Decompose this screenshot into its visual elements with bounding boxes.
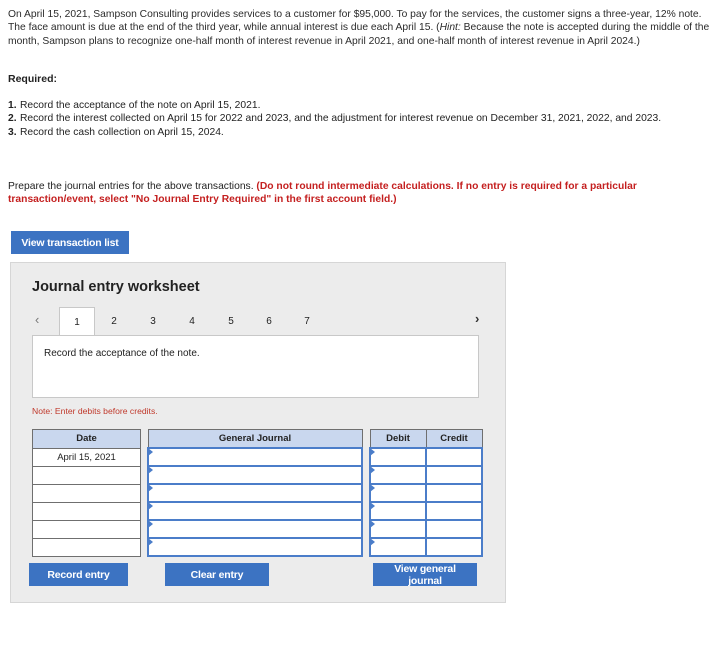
required-item: 1. Record the acceptance of the note on … [8,99,720,112]
entry-note: Note: Enter debits before credits. [32,406,158,416]
table-row: April 15, 2021 [32,447,483,467]
record-entry-button[interactable]: Record entry [29,563,128,586]
required-list: 1. Record the acceptance of the note on … [8,99,720,139]
view-transaction-list-button[interactable]: View transaction list [11,231,129,254]
table-row [32,501,483,521]
debit-input[interactable] [369,501,427,521]
required-item-number: 2. [8,113,17,125]
dropdown-indicator-icon [148,484,153,492]
tab-5[interactable]: 5 [213,307,249,336]
dropdown-indicator-icon [370,466,375,474]
dropdown-indicator-icon [370,502,375,510]
required-item: 2. Record the interest collected on Apri… [8,112,720,125]
account-select[interactable] [147,465,363,485]
date-cell[interactable] [32,465,141,485]
chevron-right-icon[interactable]: › [475,311,479,326]
required-item-number: 1. [8,100,17,111]
dropdown-indicator-icon [148,502,153,510]
tab-1[interactable]: 1 [59,307,95,337]
date-cell[interactable] [32,519,141,539]
dropdown-indicator-icon [148,448,153,456]
required-heading: Required: [8,73,58,85]
required-item-text: Record the acceptance of the note on Apr… [20,100,261,111]
instructions: Prepare the journal entries for the abov… [8,180,720,207]
debit-input[interactable] [369,465,427,485]
required-item: 3. Record the cash collection on April 1… [8,126,720,139]
general-journal-column-header: General Journal [147,429,363,449]
credit-input[interactable] [425,465,483,485]
debit-input[interactable] [369,447,427,467]
tab-3[interactable]: 3 [135,307,171,336]
debit-column-header: Debit [369,429,427,449]
credit-column-header: Credit [425,429,483,449]
debit-input[interactable] [369,537,427,557]
tab-6[interactable]: 6 [251,307,287,336]
tab-7[interactable]: 7 [289,307,325,336]
account-select[interactable] [147,483,363,503]
worksheet-title: Journal entry worksheet [32,279,200,295]
account-select[interactable] [147,537,363,557]
entry-description-box: Record the acceptance of the note. [32,335,479,398]
journal-table: Date General Journal Debit Credit April … [32,429,483,557]
table-row [32,537,483,557]
dropdown-indicator-icon [370,538,375,546]
account-select[interactable] [147,501,363,521]
hint-label: Hint: [439,22,461,34]
required-item-text: Record the interest collected on April 1… [20,113,662,125]
problem-statement: On April 15, 2021, Sampson Consulting pr… [8,8,720,48]
credit-input[interactable] [425,483,483,503]
account-select[interactable] [147,519,363,539]
account-select[interactable] [147,447,363,467]
chevron-left-icon[interactable]: ‹ [35,312,39,327]
dropdown-indicator-icon [148,538,153,546]
tab-2[interactable]: 2 [96,307,132,336]
instructions-text: Prepare the journal entries for the abov… [8,181,257,192]
table-row [32,483,483,503]
date-cell[interactable]: April 15, 2021 [32,447,141,467]
required-item-text: Record the cash collection on April 15, … [20,126,224,138]
credit-input[interactable] [425,447,483,467]
credit-input[interactable] [425,501,483,521]
dropdown-indicator-icon [370,484,375,492]
debit-input[interactable] [369,519,427,539]
clear-entry-button[interactable]: Clear entry [165,563,269,586]
date-column-header: Date [32,429,141,449]
dropdown-indicator-icon [148,520,153,528]
date-cell[interactable] [32,483,141,503]
view-general-journal-button[interactable]: View general journal [373,563,477,587]
dropdown-indicator-icon [148,466,153,474]
journal-header-row: Date General Journal Debit Credit [32,429,483,449]
dropdown-indicator-icon [370,520,375,528]
table-row [32,519,483,539]
entry-description: Record the acceptance of the note. [44,348,200,359]
date-cell[interactable] [32,501,141,521]
credit-input[interactable] [425,537,483,557]
debit-input[interactable] [369,483,427,503]
tab-4[interactable]: 4 [174,307,210,336]
dropdown-indicator-icon [370,448,375,456]
table-row [32,465,483,485]
date-cell[interactable] [32,537,141,557]
required-item-number: 3. [8,126,17,138]
journal-entry-worksheet: Journal entry worksheet ‹ 1 2 3 4 5 6 7 … [10,262,506,603]
credit-input[interactable] [425,519,483,539]
